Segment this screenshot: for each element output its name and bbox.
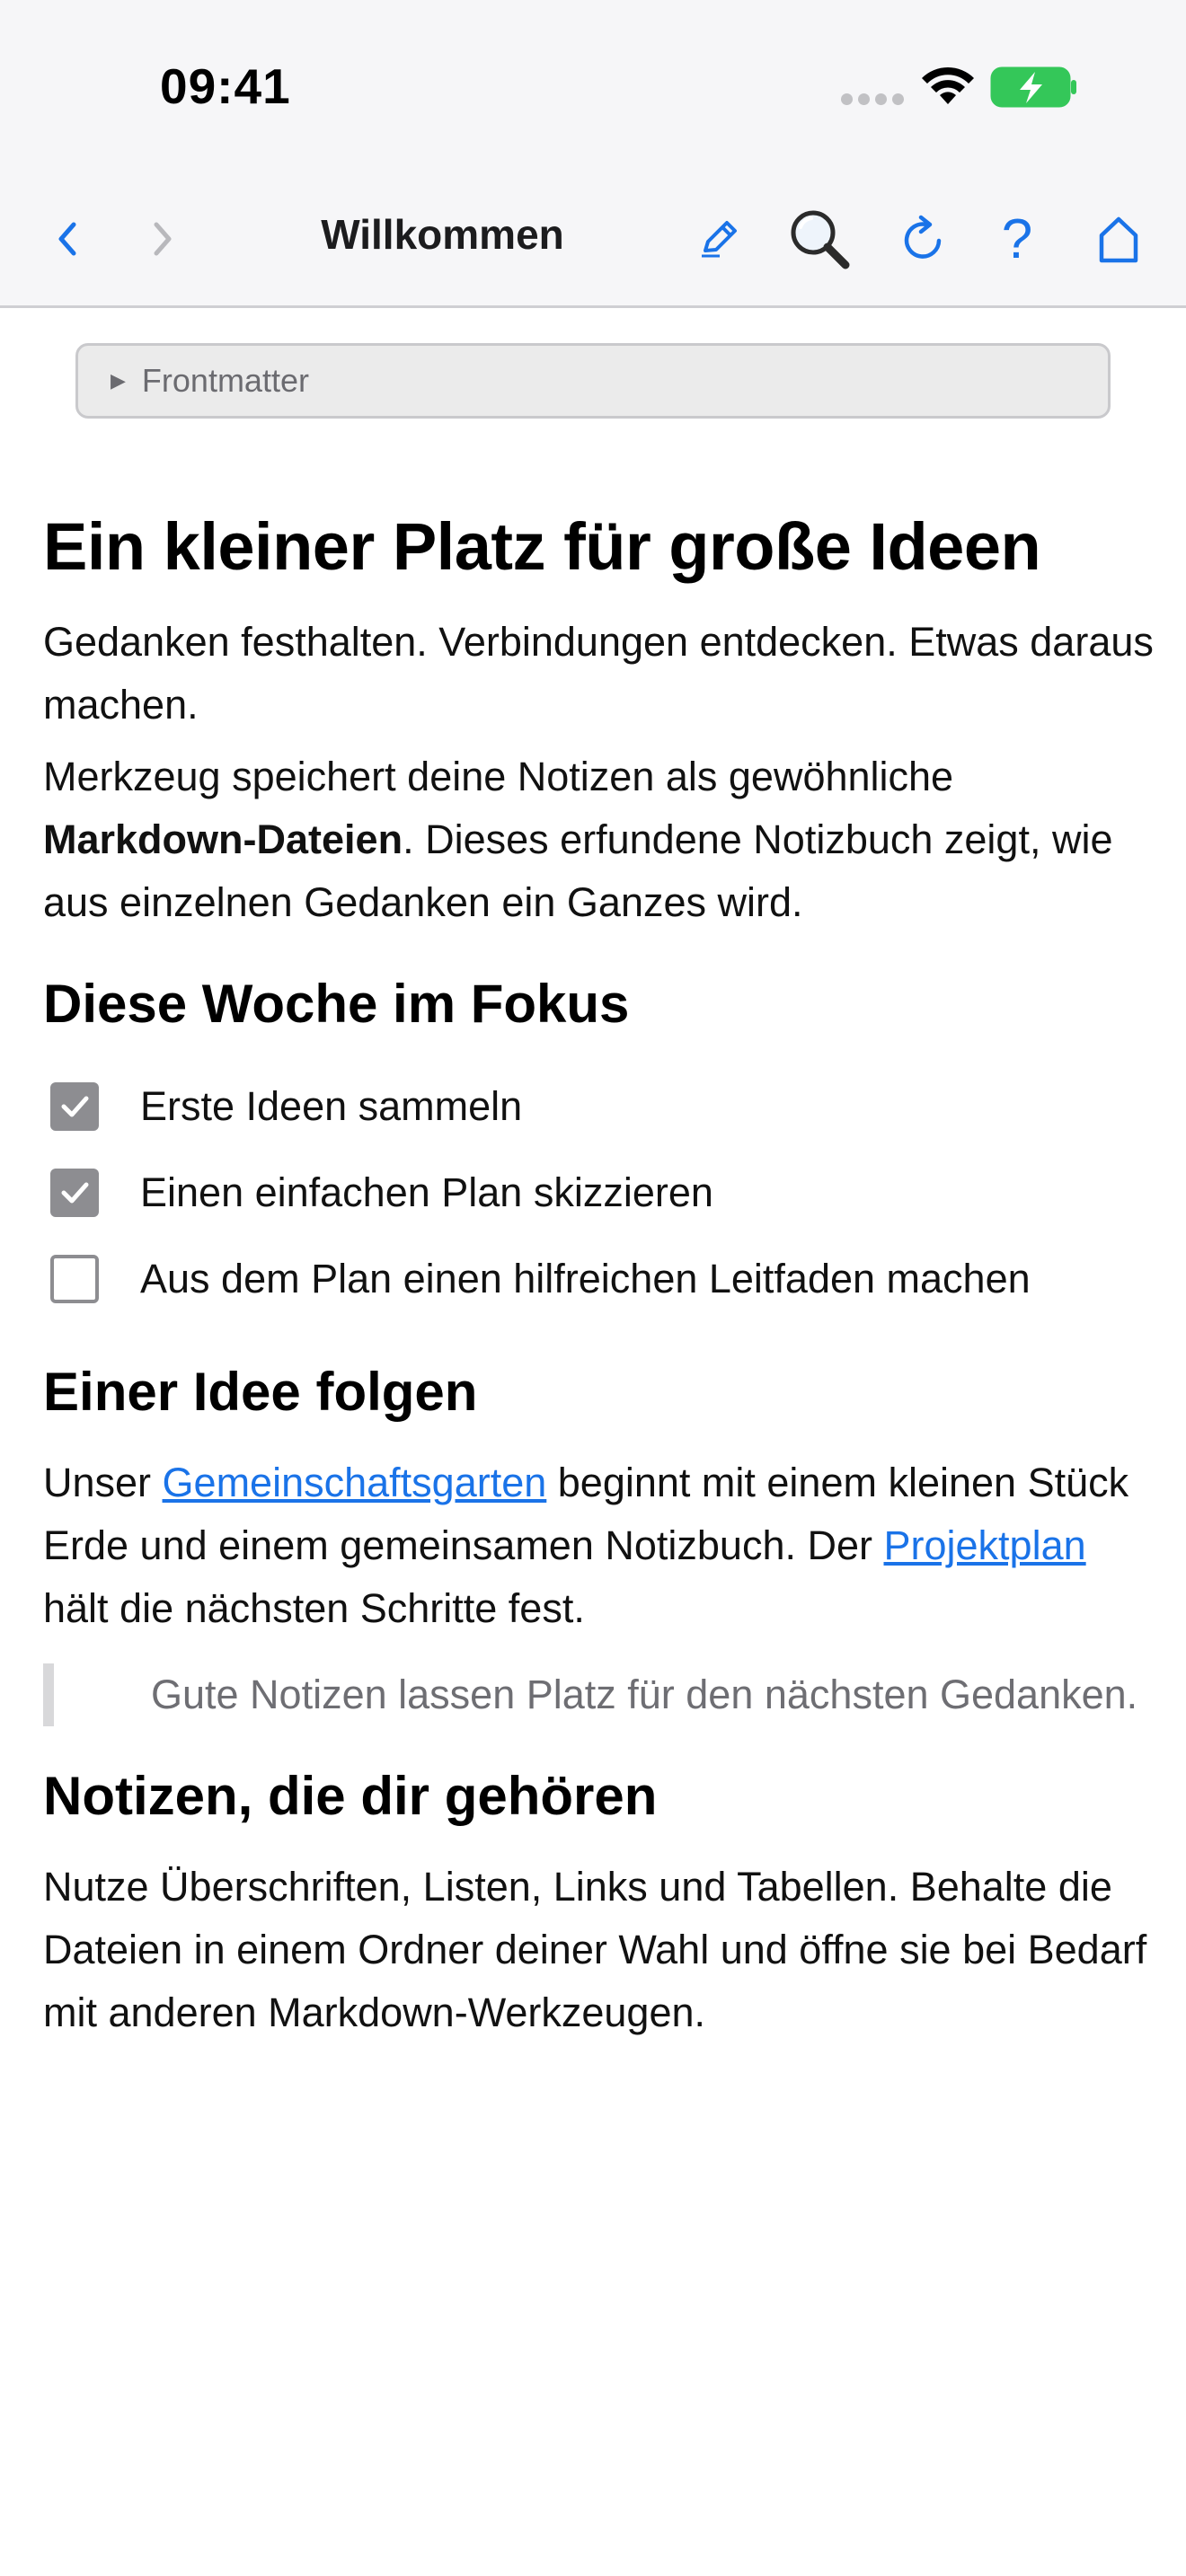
intro-paragraph: Gedanken festhalten. Verbindungen entdec… [43,619,1154,728]
top-bar: 09:41 Willkommen ? [0,0,1186,308]
help-icon[interactable]: ? [990,201,1044,277]
checkbox-unchecked[interactable] [50,1255,99,1303]
page-title: Willkommen [321,211,564,258]
task-label: Einen einfachen Plan skizzieren [140,1169,713,1215]
link-gemeinschaftsgarten[interactable]: Gemeinschaftsgarten [163,1460,547,1505]
frontmatter-label: Frontmatter [141,362,309,399]
text-span: hält die nächsten Schritte fest. [43,1585,585,1631]
disclosure-triangle-icon: ▶ [111,369,126,392]
edit-pencil-icon[interactable] [692,201,746,277]
text-span: Unser [43,1460,163,1505]
battery-charging-icon [990,66,1076,108]
description-paragraph: Merkzeug speichert deine Notizen als gew… [43,745,1157,934]
task-item: Aus dem Plan einen hilfreichen Leitfaden… [43,1236,1157,1322]
note-content: Ein kleiner Platz für große Ideen Gedank… [43,503,1157,2053]
blockquote: Gute Notizen lassen Platz für den nächst… [43,1663,1157,1726]
main-heading: Ein kleiner Platz für große Ideen [43,509,1041,584]
cellular-signal-icon [841,93,906,108]
forward-chevron-icon[interactable] [146,212,181,266]
frontmatter-toggle[interactable]: ▶ Frontmatter [75,343,1111,419]
status-time: 09:41 [160,58,291,114]
follow-heading: Einer Idee folgen [43,1362,478,1422]
checkbox-checked[interactable] [50,1082,99,1131]
ownership-heading: Notizen, die dir gehören [43,1766,658,1826]
task-label: Aus dem Plan einen hilfreichen Leitfaden… [140,1256,1031,1301]
text-span: Merkzeug speichert deine Notizen als gew… [43,754,954,799]
bold-text: Markdown-Dateien [43,816,403,862]
focus-heading: Diese Woche im Fokus [43,974,630,1034]
task-item: Einen einfachen Plan skizzieren [43,1150,1157,1236]
wifi-icon [922,66,974,104]
task-label: Erste Ideen sammeln [140,1083,523,1129]
search-icon[interactable] [783,201,855,277]
ownership-paragraph: Nutze Überschriften, Listen, Links und T… [43,1864,1147,2035]
back-chevron-icon[interactable] [49,212,84,266]
link-projektplan[interactable]: Projektplan [884,1522,1086,1568]
follow-paragraph: Unser Gemeinschaftsgarten beginnt mit ei… [43,1451,1157,1640]
checkbox-checked[interactable] [50,1169,99,1217]
reload-icon[interactable] [893,201,956,277]
home-icon[interactable] [1087,201,1150,277]
task-item: Erste Ideen sammeln [43,1063,1157,1150]
status-indicators [836,63,1087,111]
